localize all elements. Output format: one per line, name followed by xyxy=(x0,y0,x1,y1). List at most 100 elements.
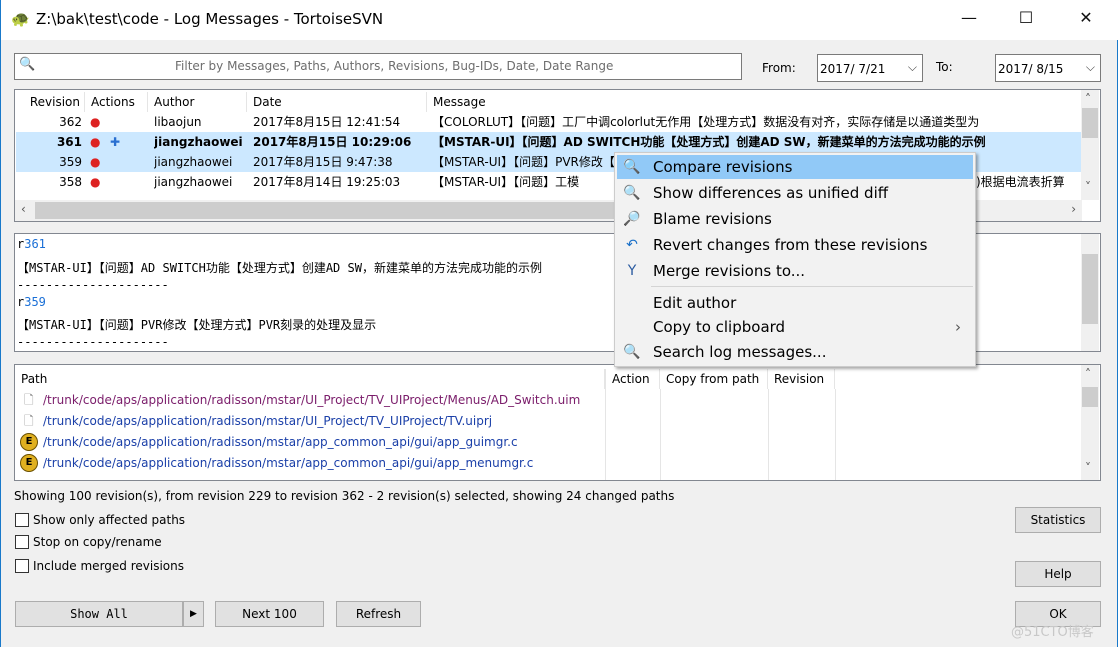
scroll-up-icon[interactable]: ˄ xyxy=(1085,367,1091,381)
path-row[interactable]: E/trunk/code/aps/application/radisson/ms… xyxy=(16,453,1082,473)
revision-number: 362 xyxy=(59,115,82,129)
scroll-down-icon[interactable]: ˅ xyxy=(1085,461,1091,475)
close-button[interactable]: ✕ xyxy=(1066,8,1106,32)
diff-icon: 🔍 xyxy=(623,185,641,201)
scroll-down-icon[interactable]: ˅ xyxy=(1085,180,1091,194)
title-bar: 🐢 Z:\bak\test\code - Log Messages - Tort… xyxy=(1,0,1118,40)
revision-row[interactable]: 361 ● ✚ jiangzhaowei 2017年8月15日 10:29:06… xyxy=(16,132,1082,152)
message: 【MSTAR-UI】【问题】工模 xyxy=(432,175,580,189)
added-action-icon: ✚ xyxy=(110,135,121,149)
modified-action-icon: ● xyxy=(90,115,101,129)
column-header-path[interactable]: Path xyxy=(15,369,605,389)
menu-item-search-log-messages[interactable]: 🔍 Search log messages... xyxy=(617,340,973,364)
menu-label: Blame revisions xyxy=(653,210,772,228)
separator-line: --------------------- xyxy=(17,335,169,349)
scrollbar-thumb[interactable] xyxy=(1082,108,1098,138)
detail-message: 【MSTAR-UI】【问题】AD SWITCH功能【处理方式】创建AD SW，新… xyxy=(17,261,542,275)
to-label: To: xyxy=(936,60,953,74)
menu-label: Show differences as unified diff xyxy=(653,184,889,202)
merge-icon: Y xyxy=(627,263,637,279)
from-date-value: 2017/ 7/21 xyxy=(820,62,886,76)
menu-label: Merge revisions to... xyxy=(653,262,806,280)
detail-entry-header: r361 xyxy=(17,237,46,251)
revision-number: 359 xyxy=(59,155,82,169)
search-icon: 🔍 xyxy=(623,344,641,360)
scroll-up-icon[interactable]: ˄ xyxy=(1085,92,1091,106)
show-all-dropdown-button[interactable]: ▶ xyxy=(183,601,204,627)
menu-label: Edit author xyxy=(653,294,737,312)
to-date-value: 2017/ 8/15 xyxy=(998,62,1064,76)
ultraedit-icon: E xyxy=(20,454,38,472)
compare-icon: 🔍 xyxy=(623,159,641,175)
changed-paths-list[interactable]: Path Action Copy from path Revision 🗋 /tr… xyxy=(14,364,1101,481)
modified-action-icon: ● xyxy=(90,175,101,189)
column-header-copy-from-path[interactable]: Copy from path xyxy=(660,369,768,389)
watermark: @51CTO博客 xyxy=(1011,625,1094,640)
column-header-revision[interactable]: Revision xyxy=(768,369,835,389)
revision-row[interactable]: 362 ● libaojun 2017年8月15日 12:41:54 【COLO… xyxy=(16,112,1082,132)
scrollbar-thumb[interactable] xyxy=(1082,254,1098,324)
checkbox-label: Stop on copy/rename xyxy=(33,535,162,549)
column-header-author[interactable]: Author xyxy=(148,92,247,112)
search-icon[interactable]: 🔍 xyxy=(19,57,35,72)
date: 2017年8月15日 9:47:38 xyxy=(253,155,393,169)
revision-number: 358 xyxy=(59,175,82,189)
menu-item-merge-revisions[interactable]: Y Merge revisions to... xyxy=(617,259,973,283)
path-row[interactable]: 🗋 /trunk/code/aps/application/radisson/ms… xyxy=(16,411,1082,431)
menu-item-blame-revisions[interactable]: 🔎 Blame revisions xyxy=(617,207,973,231)
column-header-actions[interactable]: Actions xyxy=(85,92,148,112)
column-header-message[interactable]: Message xyxy=(427,92,1082,112)
chevron-down-icon[interactable]: ⌵ xyxy=(908,60,917,75)
to-date-picker[interactable]: 2017/ 8/15 ⌵ xyxy=(995,54,1101,82)
chevron-right-icon: › xyxy=(955,318,961,336)
revision-link[interactable]: 359 xyxy=(24,295,46,309)
menu-item-edit-author[interactable]: Edit author xyxy=(617,291,973,315)
show-only-affected-paths-checkbox[interactable] xyxy=(15,513,29,527)
column-header-action[interactable]: Action xyxy=(605,369,660,389)
menu-item-unified-diff[interactable]: 🔍 Show differences as unified diff xyxy=(617,181,973,205)
menu-label: Search log messages... xyxy=(653,343,827,361)
menu-separator xyxy=(651,286,973,287)
modified-action-icon: ● xyxy=(90,135,101,149)
filter-input[interactable]: 🔍 Filter by Messages, Paths, Authors, Re… xyxy=(14,53,742,80)
revision-link[interactable]: 361 xyxy=(24,237,46,251)
stop-on-copy-checkbox[interactable] xyxy=(15,535,29,549)
menu-item-compare-revisions[interactable]: 🔍 Compare revisions xyxy=(617,155,973,179)
maximize-button[interactable]: ☐ xyxy=(1006,8,1046,32)
message: 【MSTAR-UI】【问题】AD SWITCH功能【处理方式】创建AD SW，新… xyxy=(432,135,986,149)
menu-label: Revert changes from these revisions xyxy=(653,236,928,254)
window-title: Z:\bak\test\code - Log Messages - Tortoi… xyxy=(36,10,384,28)
show-all-button[interactable]: Show All xyxy=(15,601,183,627)
column-header-date[interactable]: Date xyxy=(247,92,427,112)
menu-item-revert-changes[interactable]: ↶ Revert changes from these revisions xyxy=(617,233,973,257)
statistics-button[interactable]: Statistics xyxy=(1015,507,1101,533)
path-row[interactable]: 🗋 /trunk/code/aps/application/radisson/ms… xyxy=(16,390,1082,410)
context-menu[interactable]: 🔍 Compare revisions 🔍 Show differences as … xyxy=(614,152,976,367)
chevron-down-icon[interactable]: ⌵ xyxy=(1086,60,1095,75)
help-button[interactable]: Help xyxy=(1015,561,1101,587)
scrollbar-thumb[interactable] xyxy=(1082,387,1098,407)
vertical-scrollbar[interactable]: ˄ ˅ xyxy=(1081,365,1099,480)
message-tail: )根据电流表折算 xyxy=(976,175,1065,189)
path-row[interactable]: E/trunk/code/aps/application/radisson/ms… xyxy=(16,432,1082,452)
column-header-revision[interactable]: Revision xyxy=(15,92,85,112)
path: /trunk/code/aps/application/radisson/mst… xyxy=(43,414,493,428)
file-icon: 🗋 xyxy=(24,393,34,407)
scrollbar-thumb[interactable] xyxy=(35,202,615,219)
revert-icon: ↶ xyxy=(626,237,638,253)
vertical-scrollbar[interactable]: ˄ ˅ xyxy=(1081,90,1099,200)
tortoise-icon: 🐢 xyxy=(11,10,30,28)
filter-placeholder: Filter by Messages, Paths, Authors, Revi… xyxy=(175,59,614,73)
include-merged-checkbox[interactable] xyxy=(15,559,29,573)
checkbox-label: Show only affected paths xyxy=(33,513,186,527)
menu-item-copy-to-clipboard[interactable]: Copy to clipboard › xyxy=(617,315,973,339)
from-date-picker[interactable]: 2017/ 7/21 ⌵ xyxy=(817,54,923,82)
scroll-left-icon[interactable]: ‹ xyxy=(21,202,26,216)
status-text: Showing 100 revision(s), from revision 2… xyxy=(14,489,675,503)
minimize-button[interactable]: — xyxy=(949,8,989,32)
date: 2017年8月15日 10:29:06 xyxy=(253,135,412,149)
next-100-button[interactable]: Next 100 xyxy=(215,601,324,627)
vertical-scrollbar[interactable] xyxy=(1081,234,1099,351)
refresh-button[interactable]: Refresh xyxy=(336,601,421,627)
scroll-right-icon[interactable]: › xyxy=(1071,202,1076,216)
